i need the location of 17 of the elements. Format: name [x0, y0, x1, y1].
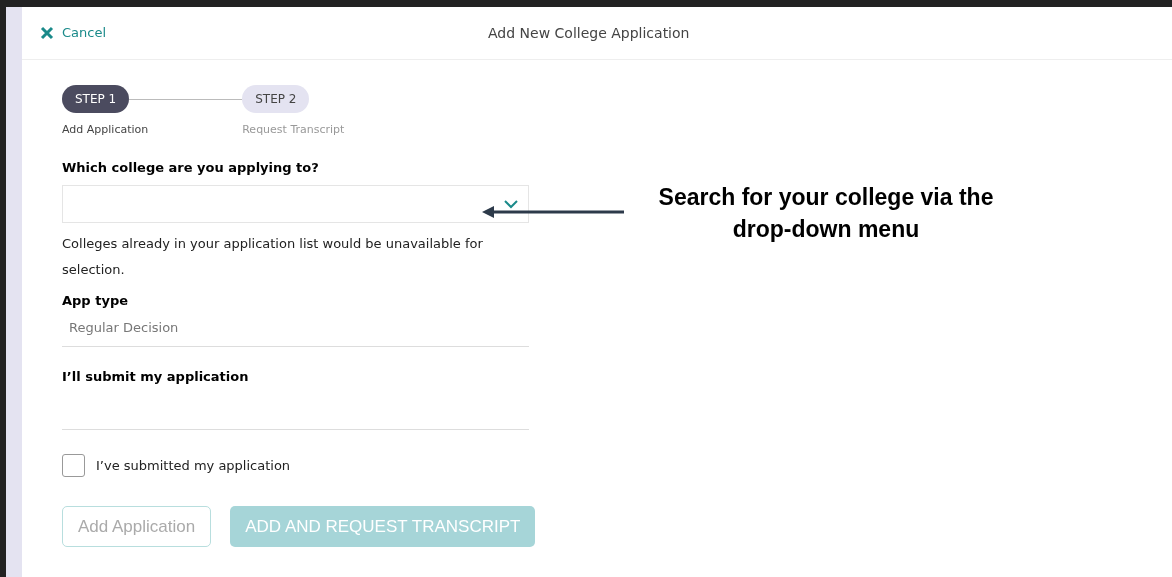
- college-dropdown[interactable]: [62, 185, 529, 223]
- close-icon: [40, 26, 54, 40]
- step-caption: Add Application: [62, 122, 150, 138]
- help-text: Colleges already in your application list would be unavailable for selection.: [62, 235, 484, 279]
- step-pill: STEP 2: [242, 85, 310, 113]
- field-label: Which college are you applying to?: [62, 158, 320, 177]
- field-label: App type: [62, 292, 129, 310]
- checkbox[interactable]: [62, 454, 85, 477]
- chevron-down-icon: [504, 200, 518, 209]
- step-pill: STEP 1: [62, 85, 130, 113]
- field-label: I’ll submit my application: [62, 367, 250, 386]
- step-caption: Request Transcript: [242, 122, 345, 138]
- app-type-value[interactable]: Regular Decision: [69, 318, 179, 338]
- cancel-button[interactable]: Cancel: [40, 23, 107, 43]
- annotation-text: Search for your college via the drop-down menu: [657, 183, 995, 244]
- checkbox-label: I’ve submitted my application: [96, 456, 291, 475]
- dialog-title: Add New College Application: [488, 23, 690, 43]
